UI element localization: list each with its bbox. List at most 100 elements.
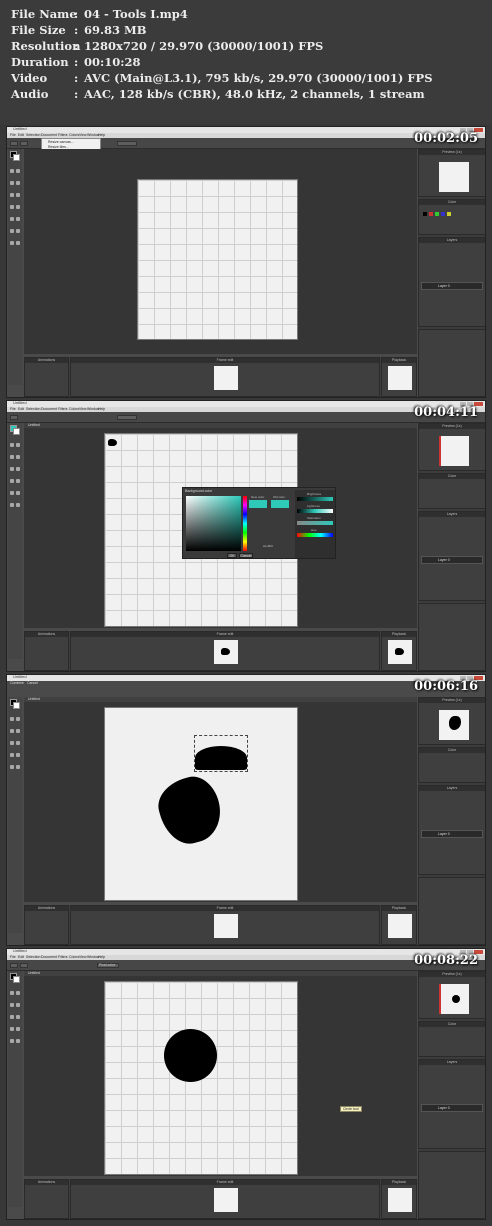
fill-tool-icon[interactable]	[16, 467, 20, 471]
picker-tool-icon[interactable]	[16, 205, 20, 209]
menu-filters[interactable]: Filters	[58, 955, 68, 959]
menu-colors[interactable]: Colors	[69, 133, 79, 137]
layer-row[interactable]: Layer 0	[421, 830, 483, 838]
cancel-label[interactable]: Cancel	[27, 681, 38, 685]
brush-tool-icon[interactable]	[16, 443, 20, 447]
menu-filters[interactable]: Filters	[58, 407, 68, 411]
menu-document[interactable]: Document	[41, 407, 57, 411]
text-tool-icon[interactable]	[16, 503, 20, 507]
hue-range-slider[interactable]	[297, 533, 333, 537]
lightness-slider[interactable]	[297, 509, 333, 513]
move-tool-icon[interactable]	[10, 217, 14, 221]
select-tool-icon[interactable]	[16, 765, 20, 769]
eraser-tool-icon[interactable]	[10, 753, 14, 757]
brush-tool-icon[interactable]	[16, 169, 20, 173]
menu-edit[interactable]: Edit	[18, 407, 24, 411]
background-color-swatch[interactable]	[13, 154, 20, 161]
menu-document[interactable]: Document	[41, 955, 57, 959]
zoom-tool-icon[interactable]	[10, 229, 14, 233]
tool-option-box[interactable]	[10, 141, 18, 146]
menu-help[interactable]: Help	[98, 407, 105, 411]
eraser-tool-icon[interactable]	[10, 205, 14, 209]
circle-tool-icon[interactable]	[10, 1015, 14, 1019]
menu-view[interactable]: View	[79, 407, 87, 411]
tool-option-box[interactable]	[10, 415, 18, 420]
menu-selection[interactable]: Selection	[26, 407, 40, 411]
picker-tool-icon[interactable]	[16, 479, 20, 483]
color-swatch[interactable]	[441, 212, 445, 216]
fill-tool-icon[interactable]	[16, 741, 20, 745]
picker-tool-icon[interactable]	[16, 753, 20, 757]
cancel-button[interactable]: Cancel	[239, 553, 253, 558]
menu-edit[interactable]: Edit	[18, 133, 24, 137]
tool-option-box[interactable]	[20, 963, 28, 968]
line-tool-icon[interactable]	[10, 729, 14, 733]
hue-slider[interactable]	[243, 496, 247, 551]
menu-selection[interactable]: Selection	[26, 955, 40, 959]
menu-filters[interactable]: Filters	[58, 133, 68, 137]
circle-tool-icon[interactable]	[10, 741, 14, 745]
move-tool-icon[interactable]	[10, 1039, 14, 1043]
saturation-slider[interactable]	[297, 521, 333, 525]
undo-tool-icon[interactable]	[16, 241, 20, 245]
pencil-tool-icon[interactable]	[10, 717, 14, 721]
tool-option-box[interactable]	[117, 415, 137, 420]
layer-row[interactable]: Layer 0	[421, 282, 483, 290]
document-tab[interactable]: Untitled	[24, 971, 417, 976]
background-color-swatch[interactable]	[13, 976, 20, 983]
select-tool-icon[interactable]	[16, 1039, 20, 1043]
hand-tool-icon[interactable]	[10, 241, 14, 245]
saturation-value-picker[interactable]	[186, 496, 241, 551]
move-tool-icon[interactable]	[10, 491, 14, 495]
line-tool-icon[interactable]	[10, 455, 14, 459]
pixel-canvas[interactable]	[137, 179, 298, 340]
combine-label[interactable]: Combine	[10, 681, 24, 685]
frame-thumbnail[interactable]	[214, 914, 238, 938]
ok-button[interactable]: OK	[227, 553, 237, 558]
circle-tool-icon[interactable]	[10, 193, 14, 197]
color-swatch[interactable]	[447, 212, 451, 216]
tool-option-box[interactable]	[117, 141, 137, 146]
color-swatch[interactable]	[423, 212, 427, 216]
selection-box[interactable]	[194, 735, 248, 772]
rect-tool-icon[interactable]	[16, 455, 20, 459]
menu-document[interactable]: Document	[41, 133, 57, 137]
menu-view[interactable]: View	[79, 133, 87, 137]
menu-colors[interactable]: Colors	[69, 955, 79, 959]
rect-tool-icon[interactable]	[16, 729, 20, 733]
brightness-slider[interactable]	[297, 497, 333, 501]
eraser-tool-icon[interactable]	[10, 479, 14, 483]
menu-colors[interactable]: Colors	[69, 407, 79, 411]
text-tool-icon[interactable]	[16, 229, 20, 233]
move-tool-icon[interactable]	[10, 765, 14, 769]
line-tool-icon[interactable]	[10, 1003, 14, 1007]
menu-selection[interactable]: Selection	[26, 133, 40, 137]
tool-option-box[interactable]	[10, 963, 18, 968]
layer-row[interactable]: Layer 0	[421, 1104, 483, 1112]
hex-field[interactable]: 2ec9b9	[263, 544, 273, 548]
line-tool-icon[interactable]	[10, 181, 14, 185]
menu-file[interactable]: File	[10, 133, 16, 137]
rect-tool-icon[interactable]	[16, 181, 20, 185]
pencil-tool-icon[interactable]	[10, 169, 14, 173]
document-tab[interactable]: Untitled	[24, 423, 417, 428]
document-tab[interactable]: Untitled	[24, 697, 417, 702]
menu-edit[interactable]: Edit	[18, 955, 24, 959]
background-color-swatch[interactable]	[13, 428, 20, 435]
eraser-tool-icon[interactable]	[10, 1027, 14, 1031]
menu-help[interactable]: Help	[98, 955, 105, 959]
zoom-tool-icon[interactable]	[10, 503, 14, 507]
frame-thumbnail[interactable]	[214, 366, 238, 390]
color-swatch[interactable]	[435, 212, 439, 216]
pencil-tool-icon[interactable]	[10, 991, 14, 995]
fill-tool-icon[interactable]	[16, 1015, 20, 1019]
circle-tool-icon[interactable]	[10, 467, 14, 471]
background-color-swatch[interactable]	[13, 702, 20, 709]
brush-tool-icon[interactable]	[16, 991, 20, 995]
rect-tool-icon[interactable]	[16, 1003, 20, 1007]
select-tool-icon[interactable]	[16, 491, 20, 495]
menu-view[interactable]: View	[79, 955, 87, 959]
brush-tool-icon[interactable]	[16, 717, 20, 721]
fill-tool-icon[interactable]	[16, 193, 20, 197]
color-swatch[interactable]	[429, 212, 433, 216]
